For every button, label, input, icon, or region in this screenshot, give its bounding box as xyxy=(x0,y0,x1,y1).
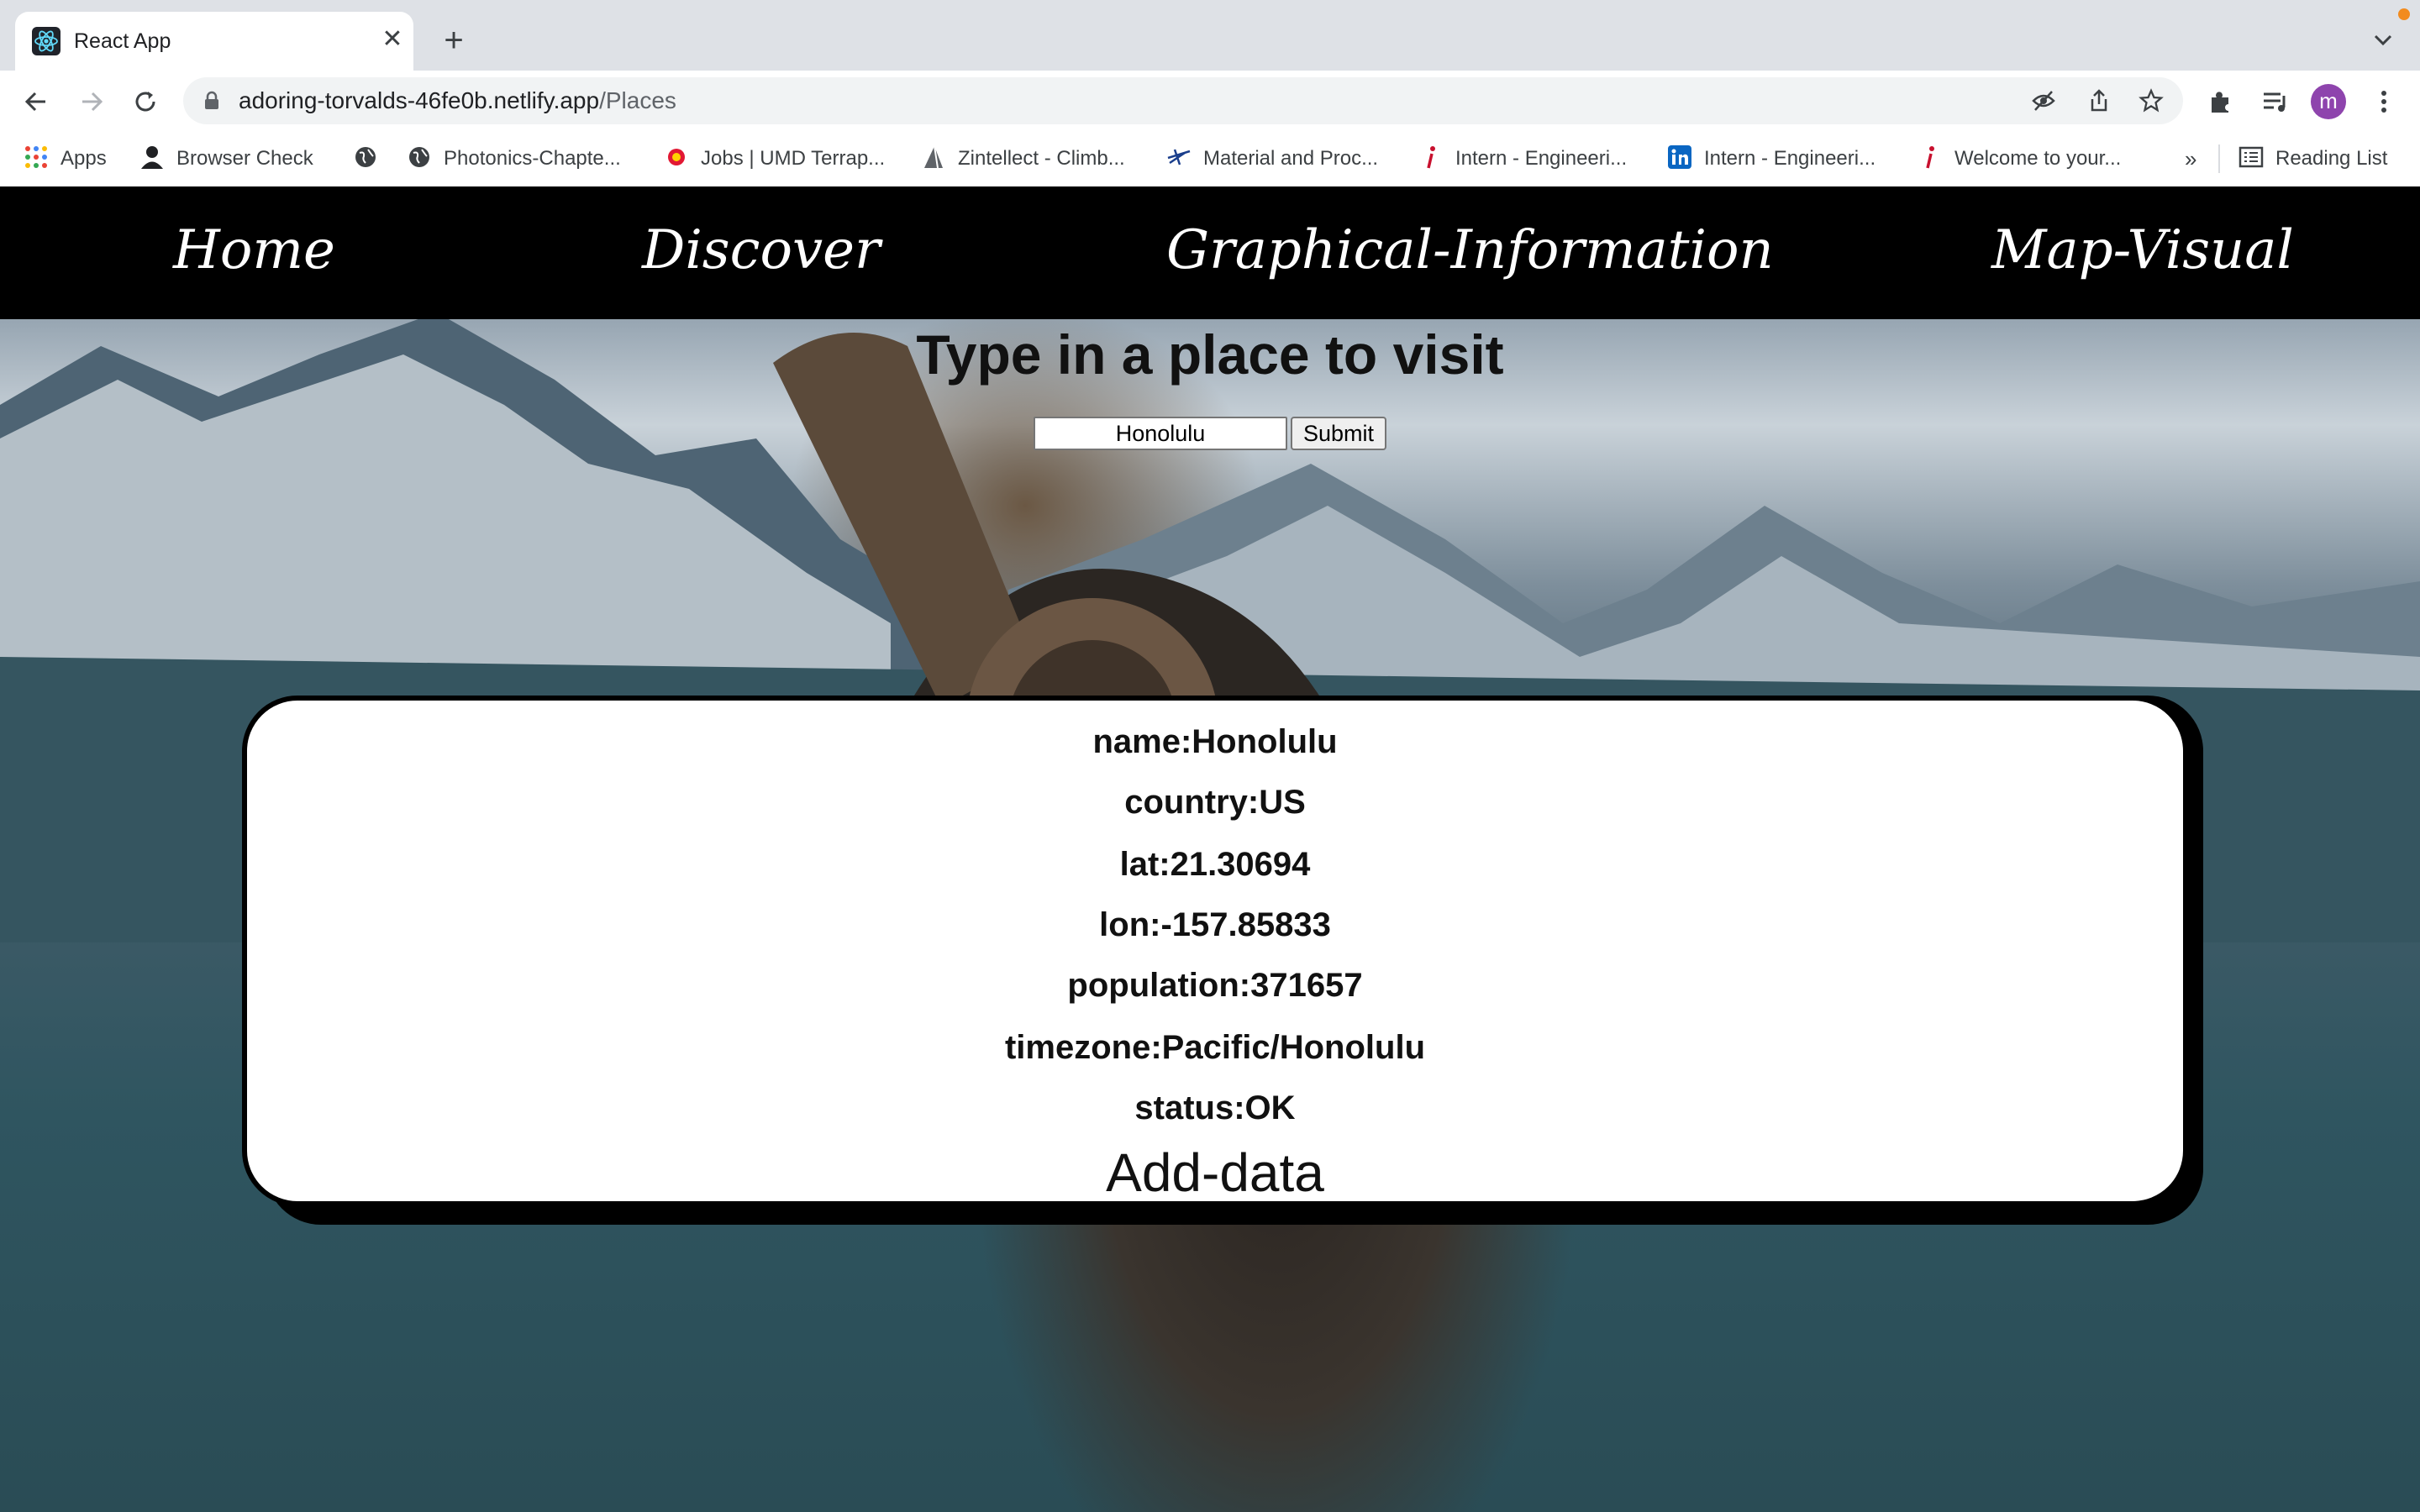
address-bar[interactable]: adoring-torvalds-46fe0b.netlify.app/Plac… xyxy=(183,77,2183,124)
bookmark-apps[interactable]: Apps xyxy=(24,131,107,186)
bookmark-label: Photonics-Chapte... xyxy=(444,147,621,170)
place-info-card: name:Honolulu country:US lat:21.30694 lo… xyxy=(242,696,2188,1206)
bookmarks-overflow-icon[interactable]: » xyxy=(2185,131,2196,186)
plane-icon xyxy=(1167,149,1191,165)
place-status: status:OK xyxy=(1134,1089,1296,1126)
profile-avatar[interactable]: m xyxy=(2311,84,2346,119)
page-heading: Type in a place to visit xyxy=(916,323,1504,386)
bookmark-browser-check[interactable]: Browser Check xyxy=(139,131,313,186)
tab-search-chevron-icon[interactable] xyxy=(2368,25,2398,55)
add-data-button[interactable]: Add-data xyxy=(247,1141,2183,1205)
bookmark-label: Material and Proc... xyxy=(1203,147,1379,170)
bookmarks-bar: Apps Browser Check Photonics-Chapte... J… xyxy=(0,131,2420,187)
star-icon[interactable] xyxy=(2138,87,2165,114)
place-lat: lat:21.30694 xyxy=(1119,846,1311,883)
notification-dot xyxy=(2398,8,2410,20)
back-arrow-icon[interactable] xyxy=(20,86,52,118)
extensions-puzzle-icon[interactable] xyxy=(2205,86,2237,118)
bookmark-photonics[interactable]: Photonics-Chapte... xyxy=(407,131,621,186)
url-path: /Places xyxy=(599,87,676,113)
reading-list-button[interactable]: Reading List xyxy=(2238,131,2387,186)
bookmark-zintellect[interactable]: Zintellect - Climb... xyxy=(921,131,1125,186)
page-content: Home Discover Graphical-Information Map-… xyxy=(0,186,2420,1512)
share-icon[interactable] xyxy=(2086,87,2112,114)
media-queue-icon[interactable] xyxy=(2259,86,2291,118)
nav-home-link[interactable]: Home xyxy=(173,208,335,292)
bookmark-intern-1[interactable]: Intern - Engineeri... xyxy=(1418,131,1627,186)
globe-icon xyxy=(355,146,376,167)
browser-toolbar: adoring-torvalds-46fe0b.netlify.app/Plac… xyxy=(0,71,2420,131)
bookmark-intern-2[interactable]: Intern - Engineeri... xyxy=(1667,131,1876,186)
info-icon xyxy=(1427,145,1435,169)
kebab-menu-icon[interactable] xyxy=(2368,86,2400,118)
submit-button[interactable]: Submit xyxy=(1291,417,1386,450)
lock-icon[interactable] xyxy=(202,91,222,111)
bookmark-label: Zintellect - Climb... xyxy=(958,147,1125,170)
browser-tab[interactable]: React App ✕ xyxy=(15,12,413,71)
tab-title: React App xyxy=(74,29,171,53)
bookmark-label: Apps xyxy=(60,147,107,170)
info-icon xyxy=(1926,145,1934,169)
bookmark-label: Browser Check xyxy=(176,147,313,170)
linkedin-icon xyxy=(1668,144,1691,169)
place-lon: lon:-157.85833 xyxy=(1099,906,1331,943)
place-search-input[interactable] xyxy=(1034,417,1287,450)
bookmark-label: Intern - Engineeri... xyxy=(1455,147,1628,170)
place-population: population:371657 xyxy=(1067,967,1363,1004)
umd-icon xyxy=(668,148,685,165)
url-text: adoring-torvalds-46fe0b.netlify.app/Plac… xyxy=(239,77,676,124)
nav-discover-link[interactable]: Discover xyxy=(642,208,881,292)
zintellect-icon xyxy=(924,145,943,168)
place-name: name:Honolulu xyxy=(1092,723,1338,760)
bookmark-label: Welcome to your... xyxy=(1954,147,2122,170)
bookmark-welcome[interactable]: Welcome to your... xyxy=(1918,131,2121,186)
eye-slash-icon[interactable] xyxy=(2030,87,2057,114)
person-icon xyxy=(141,145,163,169)
reload-icon[interactable] xyxy=(129,86,161,118)
place-country: country:US xyxy=(1124,784,1306,821)
place-timezone: timezone:Pacific/Honolulu xyxy=(1004,1029,1426,1066)
url-domain: adoring-torvalds-46fe0b.netlify.app xyxy=(239,87,600,113)
react-icon xyxy=(32,27,60,55)
globe-icon xyxy=(409,146,429,167)
new-tab-icon[interactable]: + xyxy=(437,24,471,57)
top-navbar: Home Discover Graphical-Information Map-… xyxy=(0,186,2420,319)
reading-list-icon xyxy=(2238,146,2264,167)
bookmark-umd-jobs[interactable]: Jobs | UMD Terrap... xyxy=(664,131,885,186)
bookmark-material-proc[interactable]: Material and Proc... xyxy=(1166,131,1378,186)
bookmark-globe[interactable] xyxy=(353,131,390,186)
nav-graphical-information-link[interactable]: Graphical-Information xyxy=(1166,208,1774,292)
bookmarks-divider xyxy=(2218,144,2220,173)
nav-map-visual-link[interactable]: Map-Visual xyxy=(1991,208,2294,292)
close-tab-icon[interactable]: ✕ xyxy=(378,25,407,54)
bookmark-label: Intern - Engineeri... xyxy=(1704,147,1876,170)
bookmark-label: Jobs | UMD Terrap... xyxy=(701,147,886,170)
reading-list-label: Reading List xyxy=(2275,147,2388,170)
apps-grid-icon xyxy=(25,145,47,168)
tab-strip: React App ✕ + xyxy=(0,0,2420,71)
forward-arrow-icon[interactable] xyxy=(76,86,108,118)
